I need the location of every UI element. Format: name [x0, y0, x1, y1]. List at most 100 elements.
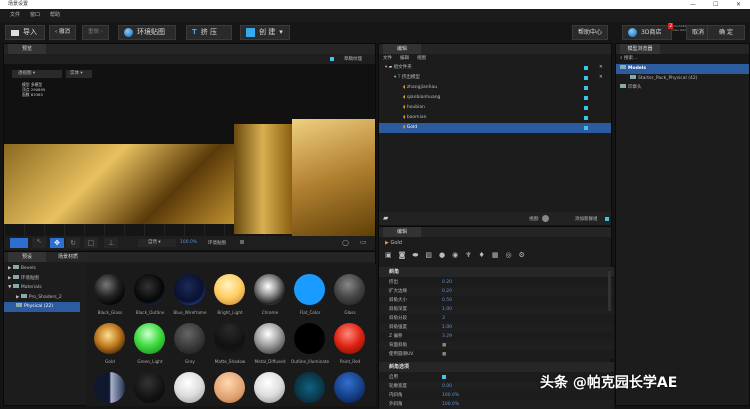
- bevel-section[interactable]: 斜角: [379, 267, 614, 277]
- draft-texture-checkbox[interactable]: [330, 57, 334, 61]
- property-value[interactable]: 0.00: [442, 382, 452, 391]
- material-swatch[interactable]: [254, 323, 285, 354]
- extrude-button[interactable]: T挤 压: [186, 25, 232, 40]
- visibility-checkbox[interactable]: [584, 106, 588, 110]
- material-swatch[interactable]: [214, 274, 245, 305]
- visibility-checkbox[interactable]: [584, 86, 588, 90]
- minimize-button[interactable]: —: [690, 0, 696, 9]
- shading-select[interactable]: 自然 ▾: [138, 239, 176, 247]
- material-swatch[interactable]: [174, 274, 205, 305]
- camera-tool-icon[interactable]: [10, 238, 28, 248]
- scene-tree-item[interactable]: ▾ ▰ 组文件夹 ✕: [379, 63, 611, 73]
- undo-button[interactable]: ‹ 撤消: [49, 25, 76, 40]
- gear-icon[interactable]: ⚙: [519, 251, 525, 259]
- library-tree-item[interactable]: Physical (22): [4, 302, 80, 312]
- property-value[interactable]: ■: [442, 350, 446, 359]
- reflect-icon[interactable]: ◉: [452, 251, 458, 259]
- menu-file[interactable]: 文件: [10, 9, 20, 22]
- material-swatch[interactable]: [214, 372, 245, 403]
- bevel-icon[interactable]: ▣: [385, 251, 392, 259]
- render-icon[interactable]: ◎: [505, 251, 511, 259]
- expand-arrow-icon[interactable]: ▶: [8, 266, 11, 271]
- scene-tree-item[interactable]: ◖ houbian: [379, 103, 611, 113]
- move-tool-icon[interactable]: ✥: [50, 238, 64, 248]
- material-swatch[interactable]: [254, 372, 285, 403]
- folder-icon[interactable]: ▰: [383, 214, 388, 222]
- tab-model-browser[interactable]: 模型浏览器: [620, 44, 660, 54]
- expand-arrow-icon[interactable]: ▼: [8, 285, 11, 290]
- help-center-button[interactable]: 帮助中心: [572, 25, 609, 40]
- material-swatch[interactable]: [334, 372, 365, 403]
- tab-preview[interactable]: 预览: [8, 44, 46, 54]
- material-icon[interactable]: ◙: [399, 251, 406, 259]
- material-swatch[interactable]: [94, 274, 125, 305]
- material-swatch[interactable]: [294, 274, 325, 305]
- material-swatch[interactable]: [174, 372, 205, 403]
- ok-button[interactable]: 确 定: [707, 25, 745, 40]
- texture-icon[interactable]: ⬬: [412, 251, 418, 260]
- tab-editor[interactable]: 编辑: [383, 227, 421, 237]
- add-group-checkbox[interactable]: [605, 217, 609, 221]
- property-value[interactable]: 100.0%: [442, 391, 459, 400]
- select-tool-icon[interactable]: ↖: [32, 238, 46, 248]
- camera-select[interactable]: 透视图 ▾: [12, 70, 62, 78]
- lock-icon[interactable]: ✕: [599, 63, 603, 73]
- scene-tree-item[interactable]: ▾ T 挤出模型 ✕: [379, 73, 611, 83]
- axis-tool-icon[interactable]: ⊥: [104, 238, 118, 248]
- tab-edit[interactable]: 编辑: [383, 44, 421, 54]
- property-value[interactable]: 0.50: [442, 296, 452, 305]
- scene-menu-file[interactable]: 文件: [383, 54, 392, 63]
- material-swatch[interactable]: [254, 274, 285, 305]
- property-value[interactable]: 3.29: [442, 332, 452, 341]
- monitor-icon[interactable]: ▭: [360, 238, 367, 246]
- add-group-button[interactable]: 添加新群组: [575, 216, 598, 222]
- rotate-tool-icon[interactable]: ↻: [66, 238, 80, 248]
- 3d-viewport[interactable]: 透视图 ▾ 实体 ▾ 模型 多模型 顶点 290895 面数 83365: [4, 64, 375, 236]
- grid-icon[interactable]: ▦: [492, 251, 499, 259]
- visibility-checkbox[interactable]: [584, 96, 588, 100]
- menu-help[interactable]: 帮助: [50, 9, 60, 22]
- property-value[interactable]: 3: [442, 314, 445, 323]
- material-swatch[interactable]: [134, 274, 165, 305]
- light-icon[interactable]: ♦: [479, 251, 485, 259]
- library-tree-item[interactable]: ▼ Materials: [4, 283, 80, 293]
- visibility-checkbox[interactable]: [584, 116, 588, 120]
- import-button[interactable]: 导入: [5, 25, 45, 40]
- material-swatch[interactable]: [94, 323, 125, 354]
- material-swatch[interactable]: [134, 372, 165, 403]
- model-tree-item[interactable]: 印章头: [616, 83, 749, 93]
- scene-menu-view[interactable]: 视图: [417, 54, 426, 63]
- tab-presets[interactable]: 预设: [8, 252, 46, 262]
- image-icon[interactable]: ▨: [425, 251, 432, 259]
- light-icon[interactable]: ○: [342, 238, 349, 247]
- model-tree-item[interactable]: Starter_Pack_Physical (42): [616, 74, 749, 84]
- close-button[interactable]: ✕: [736, 0, 741, 9]
- create-button[interactable]: 创 建 ▾: [240, 25, 290, 40]
- env-map-checkbox[interactable]: [240, 240, 244, 244]
- material-swatch[interactable]: [334, 323, 365, 354]
- redo-button[interactable]: 重做 ›: [82, 25, 109, 40]
- scene-tree-item[interactable]: ◖ Gold: [379, 123, 611, 133]
- property-value[interactable]: 100.0%: [442, 400, 459, 409]
- scene-tree-item[interactable]: ◖ qianbianhuang: [379, 93, 611, 103]
- library-tree-item[interactable]: ▶ Bevels: [4, 264, 80, 274]
- zoom-level[interactable]: 100.0%: [180, 240, 197, 245]
- property-value[interactable]: 1.00: [442, 305, 452, 314]
- library-tree-item[interactable]: ▶ 环境贴图: [4, 274, 80, 284]
- render-mode-select[interactable]: 实体 ▾: [66, 70, 92, 78]
- property-value[interactable]: 1.00: [442, 323, 452, 332]
- material-swatch[interactable]: [334, 274, 365, 305]
- material-swatch[interactable]: [294, 372, 325, 403]
- model-tree-item[interactable]: Models: [616, 64, 749, 74]
- env-map-button[interactable]: 环境贴图: [118, 25, 176, 40]
- material-swatch[interactable]: [214, 323, 245, 354]
- visibility-checkbox[interactable]: [584, 126, 588, 130]
- menu-window[interactable]: 窗口: [30, 9, 40, 22]
- maximize-button[interactable]: ☐: [713, 0, 718, 9]
- property-value[interactable]: ■: [442, 341, 446, 350]
- visibility-checkbox[interactable]: [584, 66, 588, 70]
- sphere-icon[interactable]: ●: [439, 251, 445, 259]
- material-swatch[interactable]: [174, 323, 205, 354]
- model-search-input[interactable]: ⌕ 搜索...: [616, 54, 749, 64]
- property-value[interactable]: 0.20: [442, 278, 452, 287]
